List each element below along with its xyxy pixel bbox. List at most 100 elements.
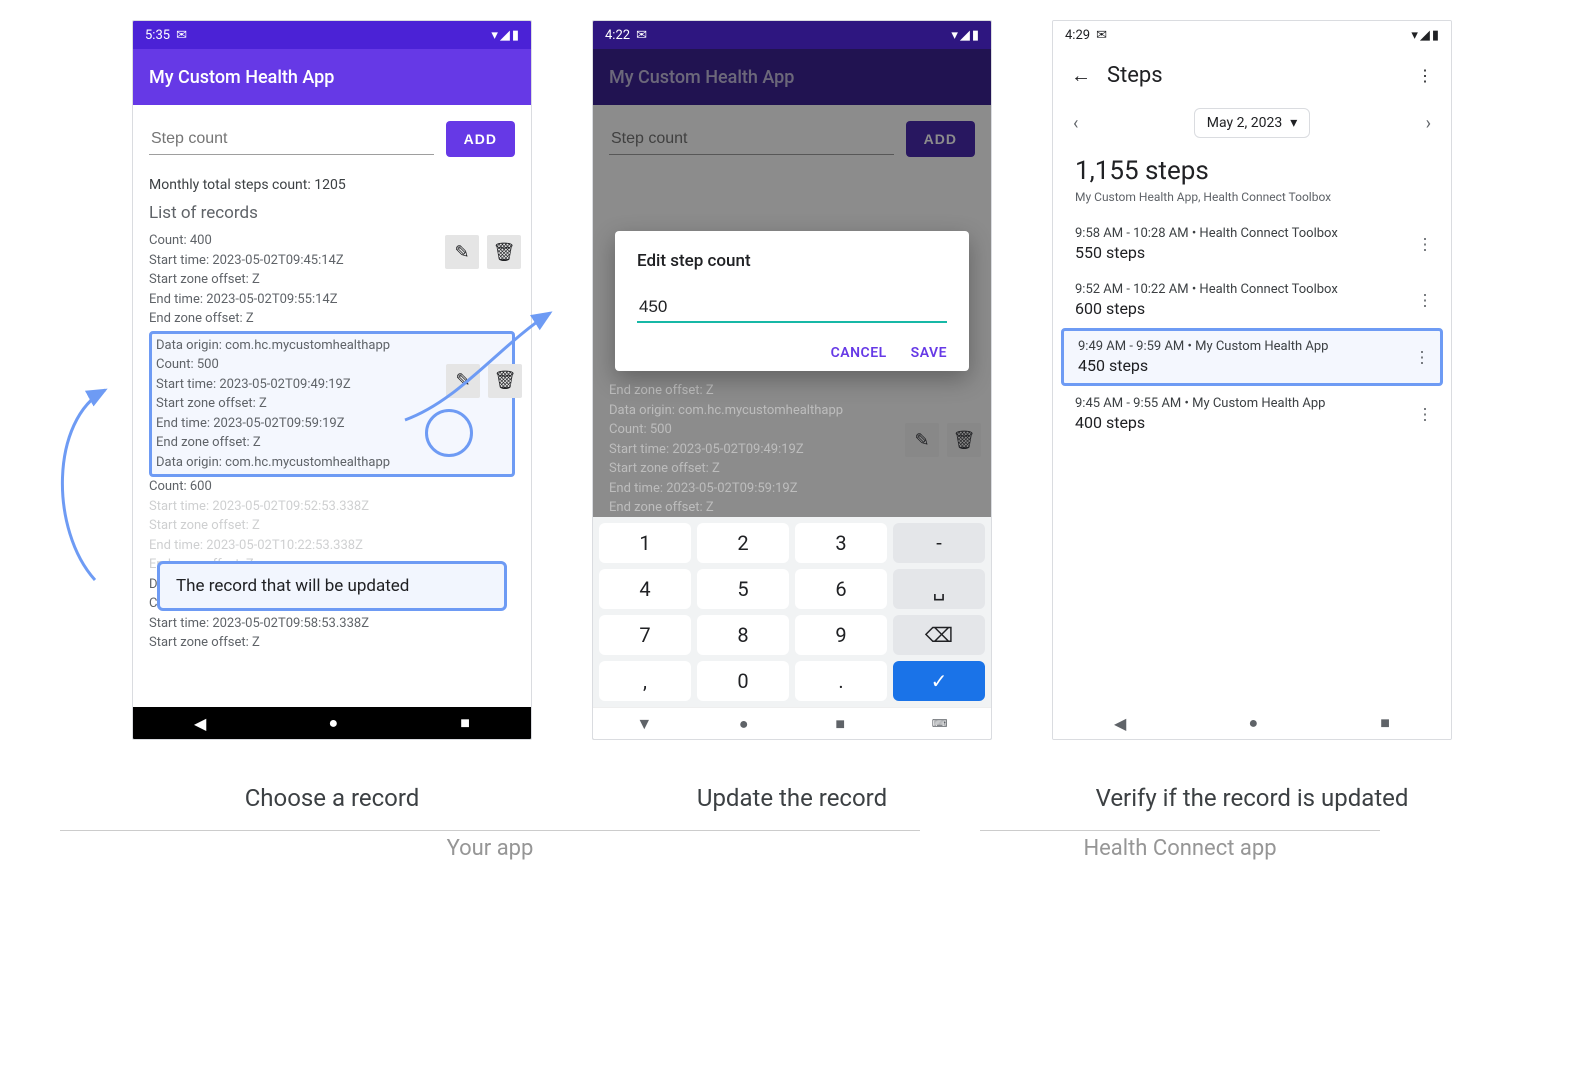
more-icon[interactable]: ⋮ bbox=[1414, 348, 1430, 367]
signal-icon: ◢ bbox=[960, 28, 970, 43]
entry-meta: 9:49 AM - 9:59 AM • My Custom Health App bbox=[1078, 339, 1426, 354]
more-icon[interactable]: ⋮ bbox=[1417, 66, 1433, 85]
key-comma[interactable]: , bbox=[599, 661, 691, 701]
group-left: Your app bbox=[60, 836, 920, 861]
key-6[interactable]: 6 bbox=[795, 569, 887, 609]
home-icon[interactable]: ● bbox=[1248, 713, 1258, 733]
app-title: My Custom Health App bbox=[149, 67, 334, 88]
record-1: Count: 400 Start time: 2023-05-02T09:45:… bbox=[149, 231, 515, 329]
more-icon[interactable]: ⋮ bbox=[1417, 291, 1433, 310]
key-2[interactable]: 2 bbox=[697, 523, 789, 563]
add-button[interactable]: ADD bbox=[446, 121, 515, 157]
key-4[interactable]: 4 bbox=[599, 569, 691, 609]
android-nav-bar: ▼ ● ■ ⌨ bbox=[593, 707, 991, 739]
numeric-keypad: 1 2 3 - 4 5 6 ␣ 7 8 9 ⌫ , 0 . ✓ bbox=[593, 517, 991, 707]
entry-4[interactable]: 9:45 AM - 9:55 AM • My Custom Health App… bbox=[1053, 386, 1451, 442]
entry-value: 550 steps bbox=[1075, 243, 1429, 262]
status-bar: 4:29✉ ▾◢▮ bbox=[1053, 21, 1451, 49]
phone-choose-record: 5:35✉ ▾◢▮ My Custom Health App ADD Month… bbox=[132, 20, 532, 740]
background-records: End zone offset: Z Data origin: com.hc.m… bbox=[609, 381, 975, 537]
battery-icon: ▮ bbox=[512, 28, 519, 43]
page-title: Steps bbox=[1107, 63, 1401, 88]
key-done[interactable]: ✓ bbox=[893, 661, 985, 701]
mail-icon: ✉ bbox=[176, 28, 187, 43]
key-7[interactable]: 7 bbox=[599, 615, 691, 655]
date-picker[interactable]: May 2, 2023 ▾ bbox=[1194, 108, 1310, 138]
callout-box: The record that will be updated bbox=[157, 561, 507, 611]
signal-icon: ◢ bbox=[1420, 28, 1430, 43]
edit-icon[interactable]: ✎ bbox=[905, 423, 939, 457]
status-bar: 4:22✉ ▾◢▮ bbox=[593, 21, 991, 49]
key-5[interactable]: 5 bbox=[697, 569, 789, 609]
caption-2: Update the record bbox=[592, 784, 992, 812]
keyboard-icon[interactable]: ⌨ bbox=[932, 717, 948, 730]
record-end: End time: 2023-05-02T09:55:14Z bbox=[149, 290, 515, 310]
captions-row: Choose a record Update the record Verify… bbox=[0, 760, 1584, 812]
group-labels: Your app Health Connect app bbox=[0, 830, 1584, 870]
back-icon[interactable]: ◀ bbox=[1114, 714, 1126, 733]
key-backspace[interactable]: ⌫ bbox=[893, 615, 985, 655]
entry-meta: 9:52 AM - 10:22 AM • Health Connect Tool… bbox=[1075, 282, 1429, 297]
app-bar: My Custom Health App bbox=[133, 49, 531, 105]
entry-meta: 9:45 AM - 9:55 AM • My Custom Health App bbox=[1075, 396, 1429, 411]
home-icon[interactable]: ● bbox=[739, 714, 749, 734]
cancel-button[interactable]: CANCEL bbox=[831, 345, 887, 361]
record-end: End time: 2023-05-02T10:22:53.338Z bbox=[149, 536, 515, 556]
record-start: Start time: 2023-05-02T09:58:53.338Z bbox=[149, 614, 515, 634]
status-bar: 5:35✉ ▾◢▮ bbox=[133, 21, 531, 49]
entry-3-highlighted[interactable]: 9:49 AM - 9:59 AM • My Custom Health App… bbox=[1061, 328, 1443, 386]
recent-icon[interactable]: ■ bbox=[835, 714, 845, 734]
total-steps: 1,155 steps bbox=[1075, 156, 1429, 186]
delete-icon[interactable]: 🗑 bbox=[487, 235, 521, 269]
wifi-icon: ▾ bbox=[951, 28, 958, 43]
recent-icon[interactable]: ■ bbox=[1380, 713, 1390, 733]
home-icon[interactable]: ● bbox=[328, 713, 338, 733]
key-8[interactable]: 8 bbox=[697, 615, 789, 655]
battery-icon: ▮ bbox=[972, 28, 979, 43]
edit-icon[interactable]: ✎ bbox=[445, 235, 479, 269]
recent-icon[interactable]: ■ bbox=[460, 713, 470, 733]
record-szo: Start zone offset: Z bbox=[149, 633, 515, 653]
key-minus[interactable]: - bbox=[893, 523, 985, 563]
chevron-left-icon[interactable]: ‹ bbox=[1073, 113, 1078, 134]
key-3[interactable]: 3 bbox=[795, 523, 887, 563]
key-9[interactable]: 9 bbox=[795, 615, 887, 655]
signal-icon: ◢ bbox=[500, 28, 510, 43]
wifi-icon: ▾ bbox=[1411, 28, 1418, 43]
mail-icon: ✉ bbox=[1096, 28, 1107, 43]
chevron-right-icon[interactable]: › bbox=[1426, 113, 1431, 134]
key-1[interactable]: 1 bbox=[599, 523, 691, 563]
list-title: List of records bbox=[149, 203, 515, 223]
back-icon[interactable]: ▼ bbox=[636, 714, 652, 734]
entry-2[interactable]: 9:52 AM - 10:22 AM • Health Connect Tool… bbox=[1053, 272, 1451, 328]
dialog-title: Edit step count bbox=[637, 251, 947, 271]
more-icon[interactable]: ⋮ bbox=[1417, 405, 1433, 424]
entry-value: 400 steps bbox=[1075, 413, 1429, 432]
key-dot[interactable]: . bbox=[795, 661, 887, 701]
clock: 4:22 bbox=[605, 28, 630, 43]
date-text: May 2, 2023 bbox=[1207, 115, 1282, 131]
back-arrow-icon[interactable]: ← bbox=[1071, 63, 1091, 88]
record-szo: Start zone offset: Z bbox=[149, 270, 515, 290]
key-0[interactable]: 0 bbox=[697, 661, 789, 701]
monthly-total: Monthly total steps count: 1205 bbox=[149, 177, 515, 193]
delete-icon[interactable]: 🗑 bbox=[488, 364, 522, 398]
entry-1[interactable]: 9:58 AM - 10:28 AM • Health Connect Tool… bbox=[1053, 216, 1451, 272]
group-right: Health Connect app bbox=[980, 836, 1380, 861]
caption-3: Verify if the record is updated bbox=[1052, 784, 1452, 812]
key-space[interactable]: ␣ bbox=[893, 569, 985, 609]
edit-dialog: Edit step count CANCEL SAVE bbox=[615, 231, 969, 371]
more-icon[interactable]: ⋮ bbox=[1417, 235, 1433, 254]
entry-value: 600 steps bbox=[1075, 299, 1429, 318]
record-2-highlighted: Data origin: com.hc.mycustomhealthapp Co… bbox=[149, 331, 515, 478]
step-count-input[interactable] bbox=[149, 124, 434, 155]
edit-icon[interactable]: ✎ bbox=[446, 364, 480, 398]
clock: 5:35 bbox=[145, 28, 170, 43]
record-count: Count: 600 bbox=[149, 477, 515, 497]
android-nav-bar: ◀ ● ■ bbox=[1053, 707, 1451, 739]
save-button[interactable]: SAVE bbox=[911, 345, 947, 361]
phone-verify: 4:29✉ ▾◢▮ ← Steps ⋮ ‹ May 2, 2023 ▾ › 1,… bbox=[1052, 20, 1452, 740]
delete-icon[interactable]: 🗑 bbox=[947, 423, 981, 457]
back-icon[interactable]: ◀ bbox=[194, 714, 206, 733]
dialog-input[interactable] bbox=[637, 293, 947, 323]
